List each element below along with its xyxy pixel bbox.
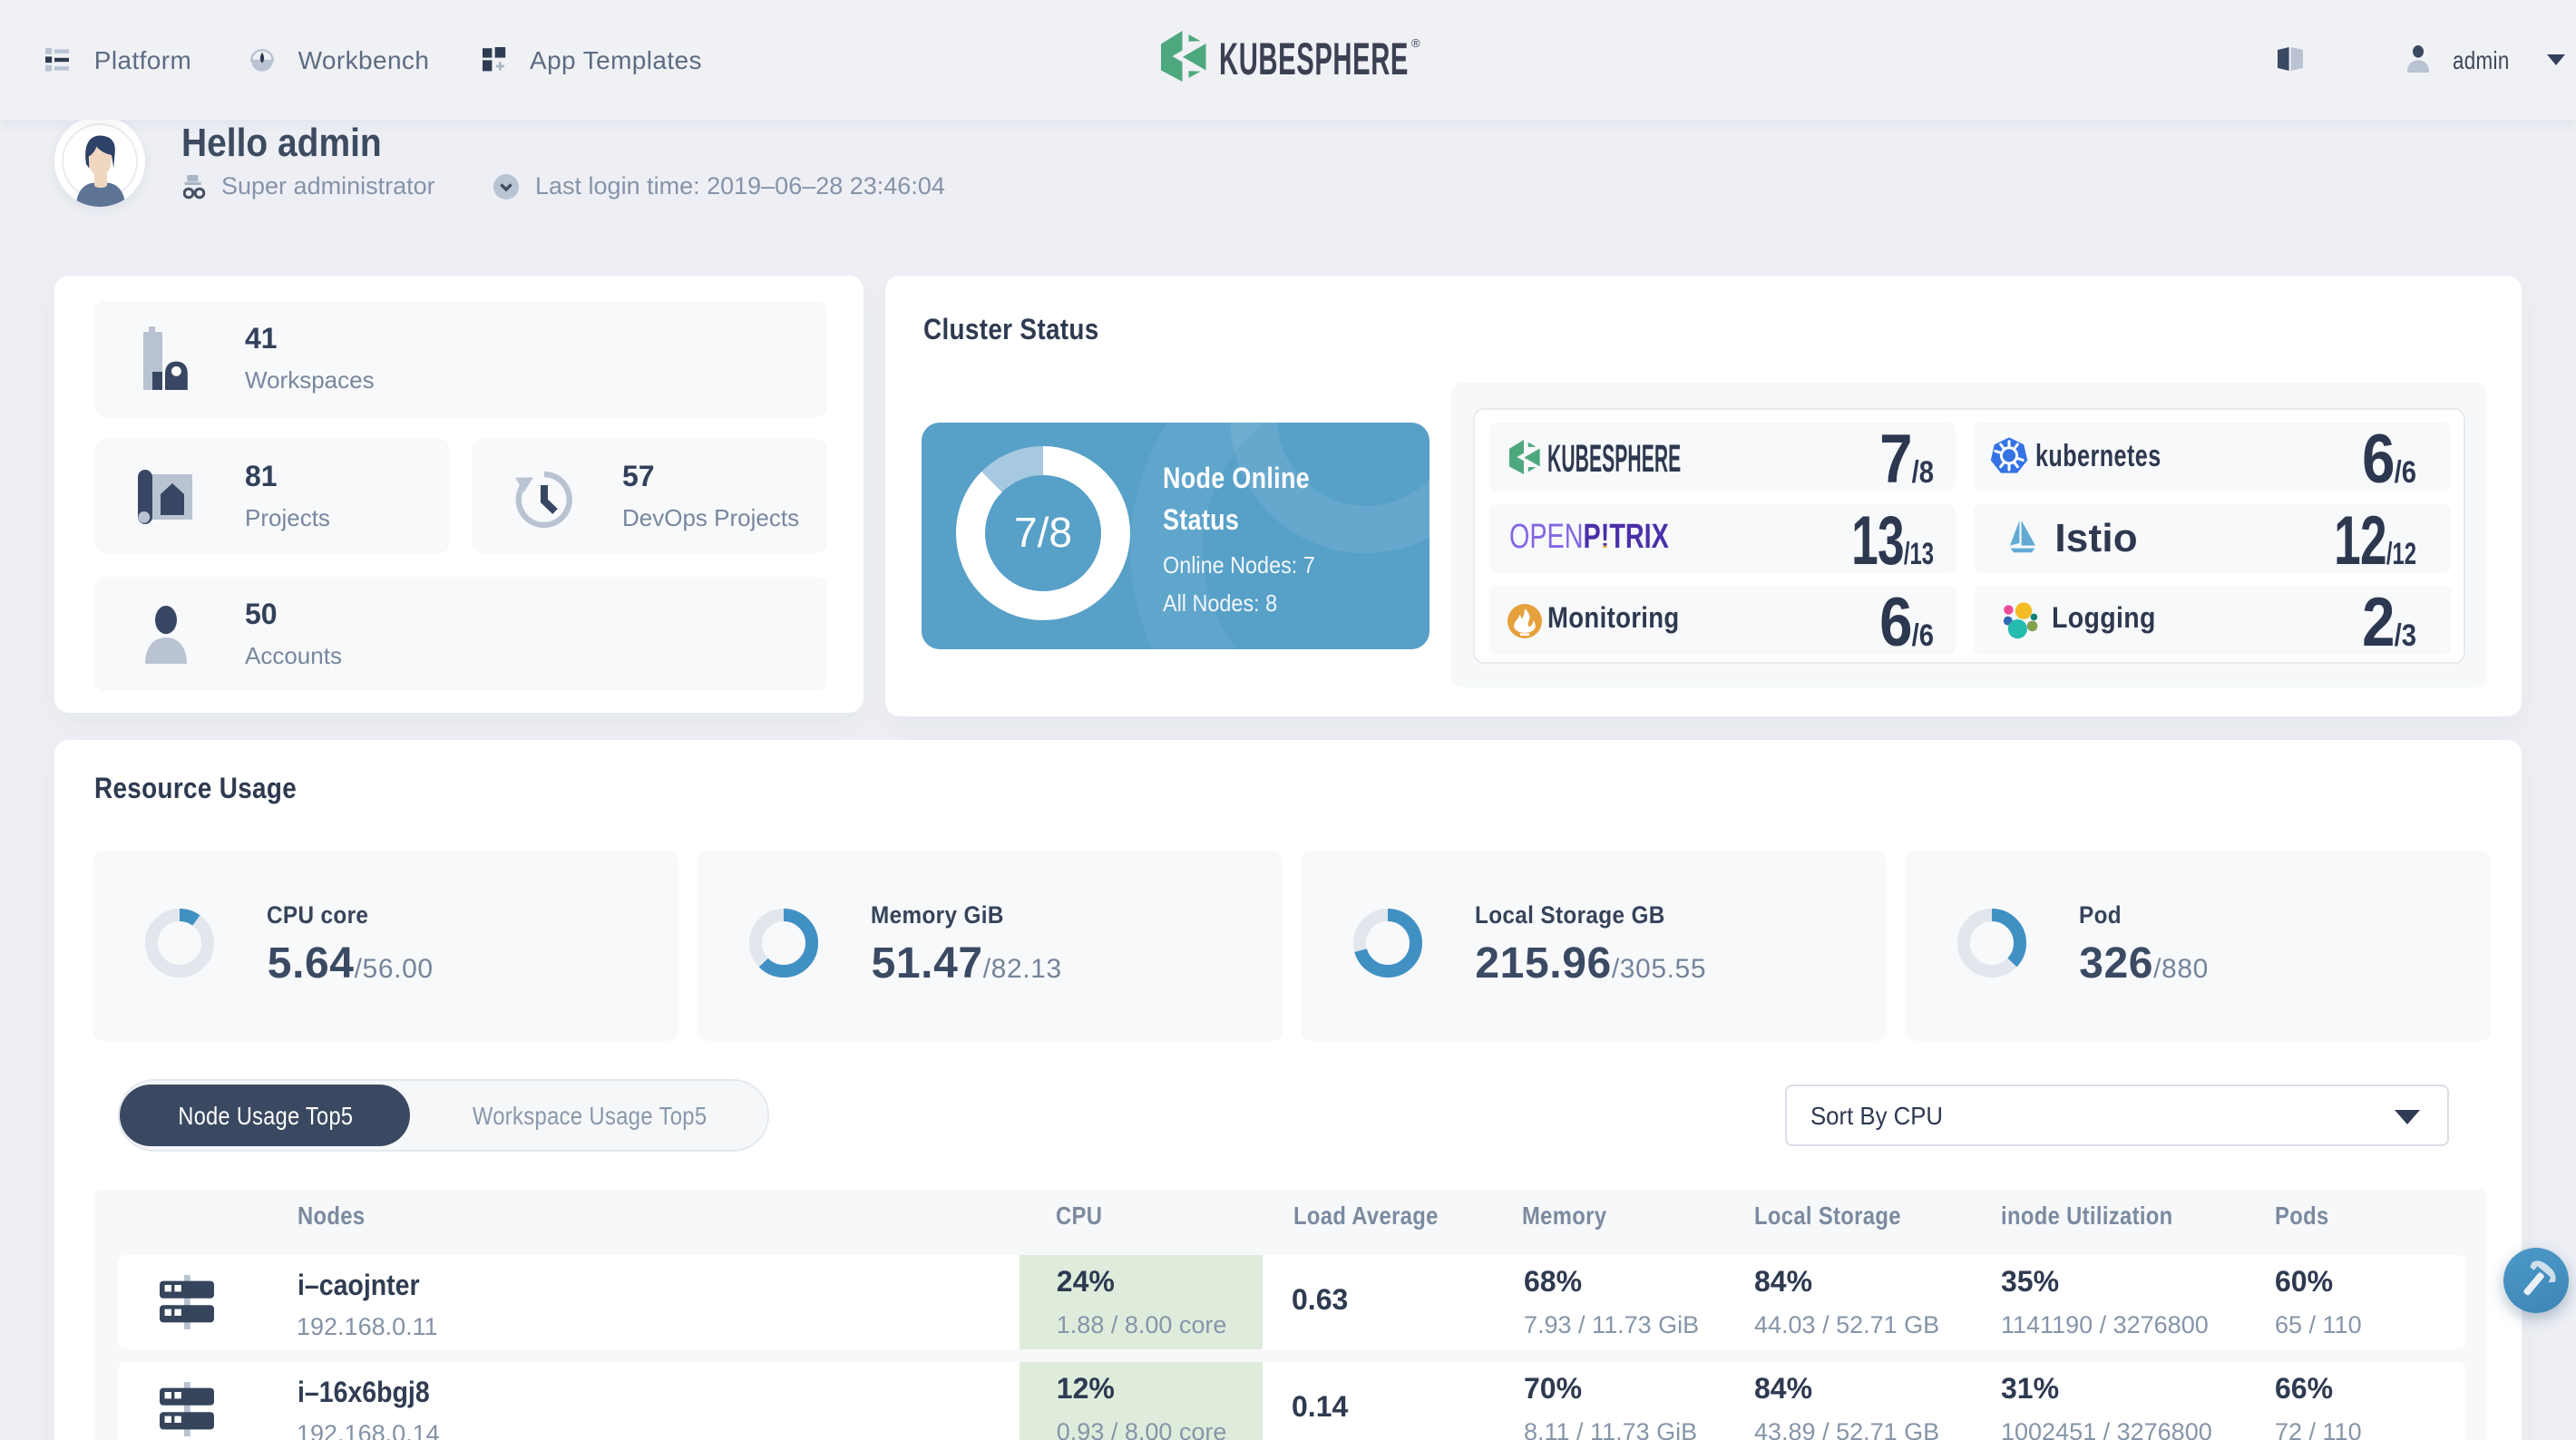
svg-text:7/8: 7/8	[1014, 509, 1072, 556]
